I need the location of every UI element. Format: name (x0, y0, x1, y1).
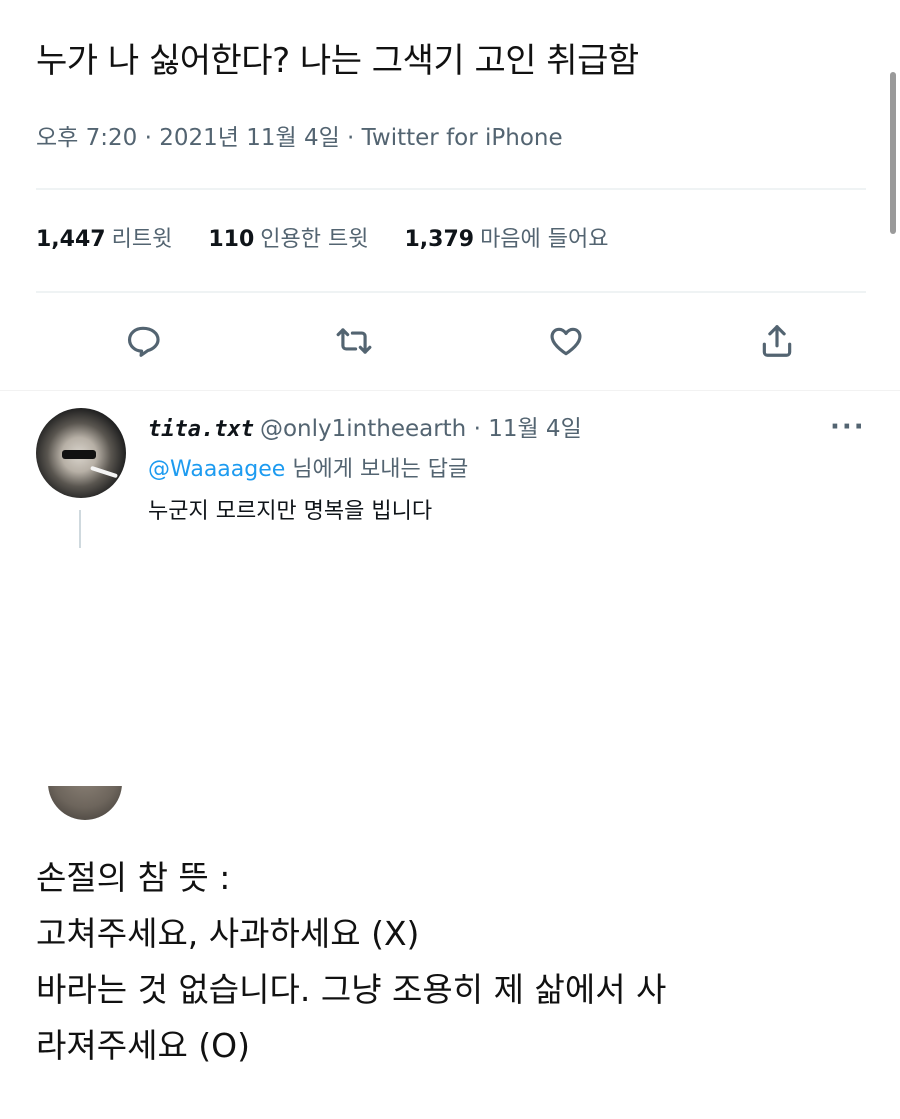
caption-line: 손절의 참 뜻 : (36, 858, 231, 897)
reply-icon (127, 326, 160, 357)
cigarette-graphic (90, 465, 118, 479)
scrollbar[interactable] (890, 72, 896, 234)
thread-line (79, 510, 81, 548)
partial-avatar (48, 786, 122, 822)
stat-likes-count: 1,379 (404, 227, 475, 252)
reply-button[interactable] (120, 318, 166, 364)
replying-suffix: 님에게 보내는 답글 (285, 457, 469, 482)
caption-line: 바라는 것 없습니다. 그냥 조용히 제 삶에서 사 (36, 970, 667, 1009)
divider (36, 188, 866, 190)
tweet-actions (120, 318, 800, 364)
section-divider (0, 390, 900, 391)
stat-retweets[interactable]: 1,447 리트윗 (36, 223, 172, 257)
replying-mention-link[interactable]: @Waaaagee (148, 457, 285, 482)
retweet-icon (336, 328, 372, 354)
replying-to: @Waaaagee 님에게 보내는 답글 (148, 454, 468, 486)
like-button[interactable] (543, 318, 589, 364)
reply-text: 누군지 모르지만 명복을 빕니다 (148, 499, 433, 524)
tweet-stats: 1,447 리트윗 110 인용한 트윗 1,379 마음에 들어요 (36, 223, 609, 257)
retweet-button[interactable] (331, 318, 377, 364)
caption-block: 손절의 참 뜻 : 고쳐주세요, 사과하세요 (X) 바라는 것 없습니다. 그… (36, 850, 666, 1074)
reply-display-name[interactable]: tita.txt (148, 417, 254, 442)
tweet-timestamp[interactable]: 오후 7:20 · 2021년 11월 4일 · Twitter for iPh… (36, 122, 563, 154)
share-icon (762, 325, 792, 357)
stat-likes-label: 마음에 들어요 (480, 227, 609, 252)
reply-header: tita.txt @only1intheearth · 11월 4일 (148, 412, 582, 447)
like-icon (550, 327, 582, 356)
divider (36, 291, 866, 293)
tweet-text: 누가 나 싫어한다? 나는 그색기 고인 취급함 (36, 41, 639, 81)
more-options-icon[interactable]: ··· (830, 412, 866, 442)
caption-line: 라져주세요 (O) (36, 1026, 251, 1065)
stat-quote-tweets[interactable]: 110 인용한 트윗 (208, 223, 368, 257)
share-button[interactable] (754, 318, 800, 364)
stat-quote-count: 110 (208, 227, 255, 252)
stat-retweets-label: 리트윗 (111, 227, 173, 252)
caption-line: 고쳐주세요, 사과하세요 (X) (36, 914, 420, 953)
stat-retweets-count: 1,447 (36, 227, 106, 252)
stat-likes[interactable]: 1,379 마음에 들어요 (404, 223, 608, 257)
stat-quote-label: 인용한 트윗 (260, 227, 369, 252)
reply-handle[interactable]: @only1intheearth · 11월 4일 (260, 416, 582, 442)
avatar[interactable] (36, 408, 126, 498)
sunglasses-graphic (62, 450, 96, 459)
